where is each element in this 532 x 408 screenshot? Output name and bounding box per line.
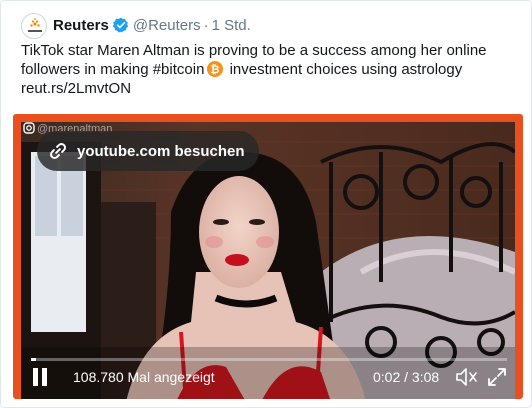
tweet-card[interactable]: Reuters @Reuters · 1 Std. TikTok star Ma… <box>0 0 532 408</box>
instagram-icon <box>23 122 35 134</box>
author-handle[interactable]: @Reuters <box>133 17 201 34</box>
video-progress-bar[interactable] <box>31 358 507 361</box>
video-card[interactable]: @marenaltman youtube.com besuchen 108.78… <box>13 114 523 399</box>
link-icon <box>50 143 66 159</box>
svg-text:₿: ₿ <box>211 63 220 76</box>
tweet-text-fragment: followers in making #bitcoin <box>21 61 205 78</box>
expand-icon <box>488 368 506 386</box>
tweet-header: Reuters @Reuters · 1 Std. <box>53 15 251 35</box>
view-count: 108.780 Mal angezeigt <box>73 369 215 385</box>
tweet-link[interactable]: reut.rs/2LmvtON <box>21 79 521 98</box>
tweet-text: TikTok star Maren Altman is proving to b… <box>21 41 521 98</box>
youtube-visit-button[interactable]: youtube.com besuchen <box>37 131 259 171</box>
tweet-text-line: TikTok star Maren Altman is proving to b… <box>21 42 487 59</box>
tweet-text-fragment: investment choices using astrology <box>225 61 463 78</box>
pause-button[interactable] <box>33 368 51 386</box>
video-controls: 108.780 Mal angezeigt 0:02 / 3:08 <box>21 362 515 399</box>
bitcoin-icon: ₿ <box>207 61 224 77</box>
mute-button[interactable] <box>455 366 479 388</box>
reuters-avatar[interactable] <box>21 13 47 39</box>
separator-dot: · <box>203 16 209 34</box>
video-timecode: 0:02 / 3:08 <box>373 369 440 385</box>
tweet-timestamp[interactable]: 1 Std. <box>212 17 251 34</box>
pause-bar <box>33 368 38 386</box>
author-name[interactable]: Reuters <box>53 17 109 34</box>
youtube-visit-label: youtube.com besuchen <box>77 142 245 160</box>
video-progress-fill <box>31 358 36 361</box>
fullscreen-button[interactable] <box>487 367 507 387</box>
tweet-text-line: followers in making #bitcoin ₿ investment… <box>21 60 521 79</box>
pause-bar <box>42 368 47 386</box>
video-player[interactable]: @marenaltman youtube.com besuchen 108.78… <box>21 122 515 399</box>
verified-badge-icon <box>112 17 129 33</box>
muted-speaker-icon <box>456 368 477 386</box>
